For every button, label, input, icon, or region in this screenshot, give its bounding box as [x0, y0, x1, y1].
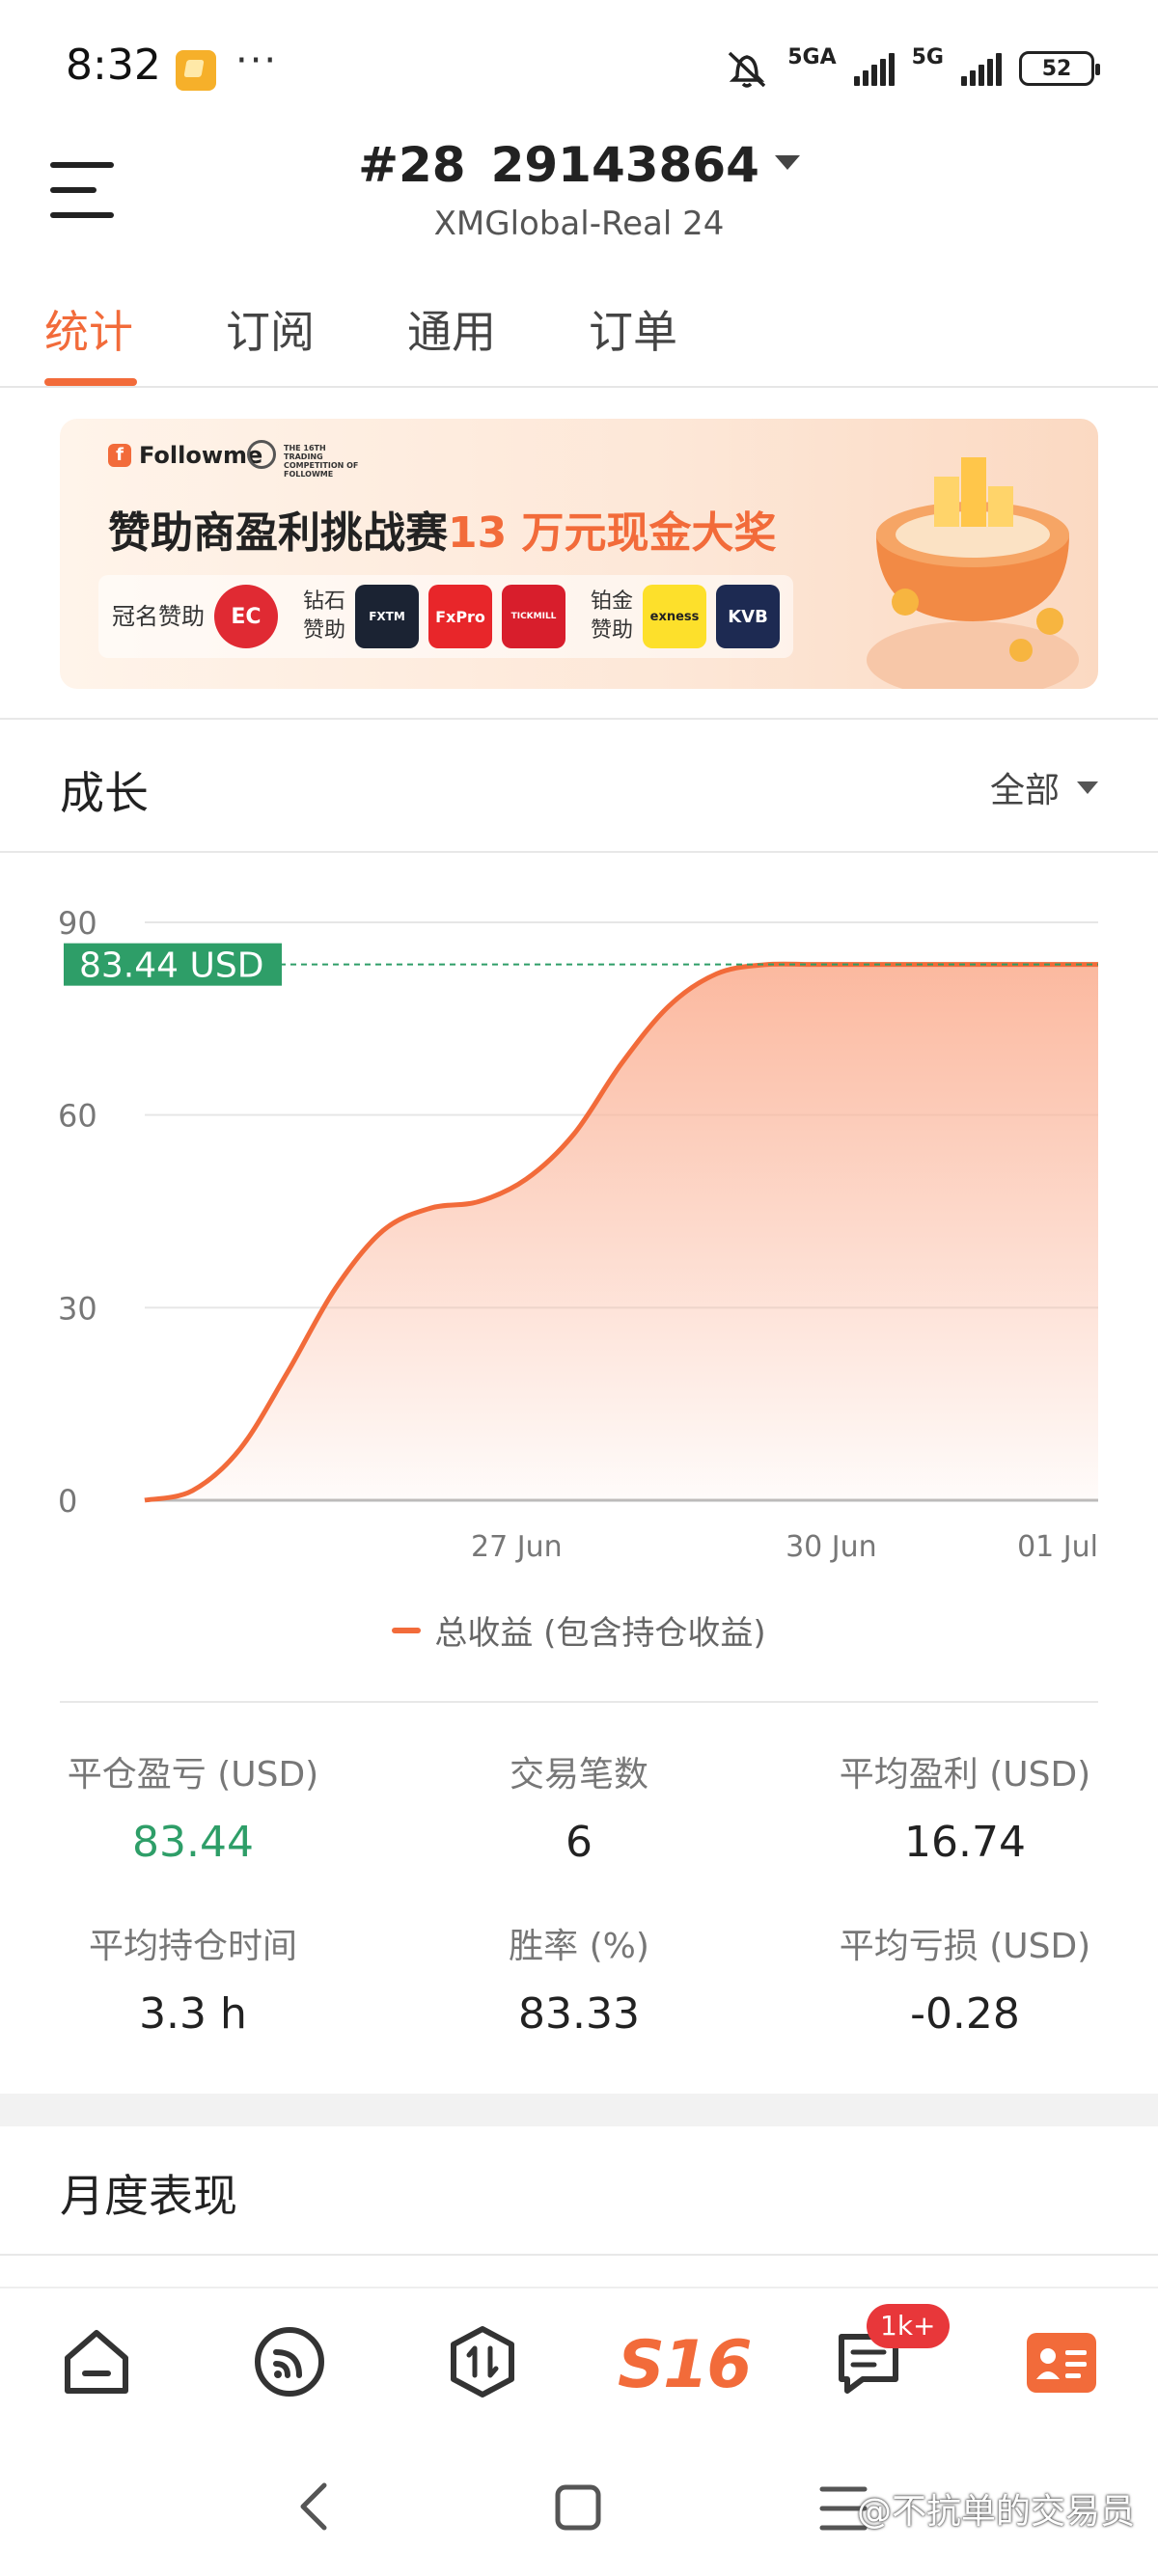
s16-competition-icon[interactable]: S16	[618, 2327, 753, 2403]
mute-icon	[729, 51, 766, 88]
tab-statistics[interactable]: 统计	[44, 297, 133, 361]
y-tick-label: 90	[58, 905, 97, 942]
competition-name: THE 16TH TRADING COMPETITION OF FOLLOWME	[284, 444, 359, 479]
growth-area	[145, 964, 1098, 1500]
range-filter-dropdown[interactable]: 全部	[990, 762, 1098, 812]
signal-bars-2-icon	[961, 51, 1002, 86]
bottom-nav: S16 1k+	[0, 2287, 1158, 2441]
sponsor-kvb-logo: KVB	[716, 585, 780, 648]
stat-trade-count: 交易笔数 6	[509, 1755, 648, 1867]
back-icon[interactable]	[290, 2478, 338, 2535]
y-tick-label: 30	[58, 1290, 97, 1327]
network-5g-label: 5G	[911, 44, 944, 69]
account-rank: #28	[358, 137, 466, 193]
stat-avg-profit: 平均盈利 (USD) 16.74	[839, 1755, 1091, 1867]
sponsor-exness-logo: exness	[643, 585, 706, 648]
sponsor-row: 冠名赞助 EC 钻石赞助 FXTM FxPro TICKMILL 铂金赞助 ex…	[98, 575, 793, 658]
y-tick-label: 0	[58, 1483, 77, 1520]
current-value-label: 83.44 USD	[79, 946, 263, 986]
battery-level: 52	[1041, 56, 1072, 81]
tab-orders[interactable]: 订单	[589, 297, 677, 361]
promo-banner[interactable]: f Followme THE 16TH TRADING COMPETITION O…	[60, 419, 1098, 689]
tab-subscribe[interactable]: 订阅	[226, 297, 315, 361]
section-gap	[0, 2094, 1158, 2126]
notes-app-icon	[176, 50, 216, 91]
stat-win-rate: 胜率 (%) 83.33	[509, 1927, 649, 2039]
x-tick-label: 30 Jun	[786, 1530, 877, 1564]
y-tick-label: 60	[58, 1098, 97, 1135]
feed-icon[interactable]	[251, 2323, 328, 2400]
sponsor-ec-logo: EC	[214, 585, 278, 648]
home-button-icon[interactable]	[552, 2481, 604, 2534]
message-count-badge: 1k+	[867, 2304, 950, 2348]
stat-closed-pnl: 平仓盈亏 (USD) 83.44	[67, 1755, 319, 1867]
account-number: 29143864	[490, 137, 759, 193]
battery-icon: 52	[1019, 51, 1100, 86]
active-tab-indicator	[44, 378, 137, 386]
x-tick-label: 01 Jul	[1017, 1530, 1098, 1564]
platinum-sponsor-label: 铂金赞助	[591, 589, 634, 643]
status-bar: 8:32 ··· 5GA 5G 52	[0, 0, 1158, 135]
banner-title: 赞助商盈利挑战赛13 万元现金大奖	[108, 508, 777, 558]
x-tick-label: 27 Jun	[471, 1530, 563, 1564]
app-header: #28 29143864 XMGlobal-Real 24	[0, 135, 1158, 270]
divider	[0, 851, 1158, 853]
sponsor-fxpro-logo: FxPro	[428, 585, 492, 648]
stat-avg-loss: 平均亏损 (USD) -0.28	[839, 1927, 1091, 2039]
signal-bars-1-icon	[853, 51, 895, 86]
legend-swatch	[392, 1627, 422, 1633]
profile-icon[interactable]	[1023, 2323, 1100, 2400]
diamond-sponsor-label: 钻石赞助	[303, 589, 346, 643]
watermark: @不抗单的交易员	[856, 2492, 1135, 2532]
status-indicators: 5GA 5G 52	[724, 44, 1100, 93]
growth-chart[interactable]: 90 60 30 0 27 Jun 30 Jun 01 Jul 83.44 USD	[0, 888, 1158, 1582]
chevron-down-icon	[1077, 781, 1098, 794]
divider	[0, 718, 1158, 720]
divider	[60, 1701, 1098, 1703]
chart-legend: 总收益 (包含持仓收益)	[0, 1606, 1158, 1654]
status-time: 8:32	[66, 41, 161, 90]
trophy-illustration	[867, 457, 1079, 689]
home-icon[interactable]	[58, 2323, 135, 2400]
sponsor-fxtm-logo: FXTM	[355, 585, 419, 648]
account-server: XMGlobal-Real 24	[433, 205, 725, 243]
stat-avg-hold-time: 平均持仓时间 3.3 h	[88, 1927, 297, 2039]
monthly-title: 月度表现	[60, 2170, 237, 2222]
competition-emblem-icon	[247, 440, 276, 469]
growth-title: 成长	[60, 767, 149, 819]
trade-icon[interactable]	[444, 2323, 521, 2400]
account-selector[interactable]: #28 29143864	[0, 137, 1158, 193]
followme-logo: f Followme	[108, 442, 262, 469]
network-5ga-label: 5GA	[787, 44, 837, 69]
sponsor-tickmill-logo: TICKMILL	[502, 585, 565, 648]
divider	[0, 2254, 1158, 2256]
chevron-down-icon	[774, 155, 800, 170]
title-sponsor-label: 冠名赞助	[112, 603, 205, 630]
more-notifications-icon: ···	[235, 39, 279, 83]
legend-label: 总收益 (包含持仓收益)	[434, 1614, 766, 1653]
tab-bar: 统计 订阅 通用 订单	[0, 280, 1158, 388]
tab-general[interactable]: 通用	[407, 297, 496, 361]
system-nav-bar: @不抗单的交易员	[0, 2441, 1158, 2576]
range-filter-label: 全部	[989, 771, 1060, 810]
